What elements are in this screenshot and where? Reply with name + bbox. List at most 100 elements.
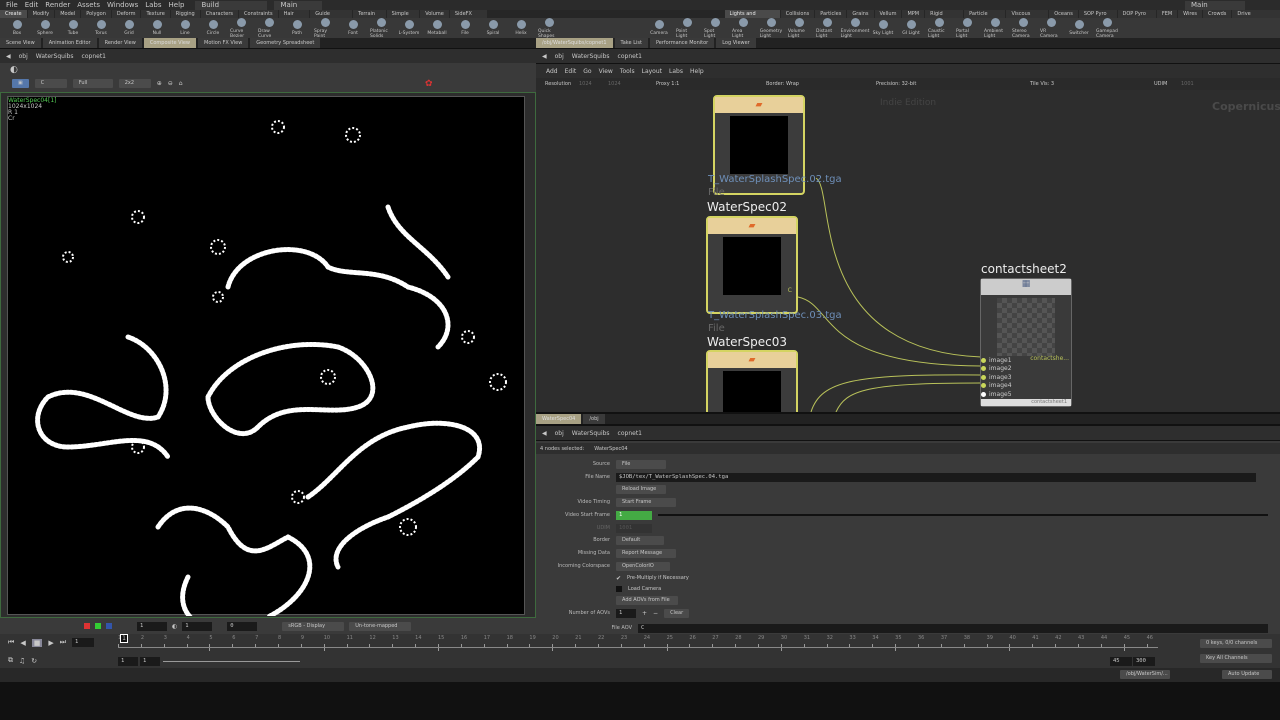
menu-windows[interactable]: Windows bbox=[107, 1, 138, 9]
filename-input[interactable]: $JOB/tex/T_WaterSplashSpec.04.tga bbox=[616, 472, 1256, 482]
menu-edit[interactable]: Edit bbox=[565, 68, 577, 75]
tool-gi-light[interactable]: GI Light bbox=[900, 20, 922, 36]
shelf-tab-dop-pyro-fx[interactable]: DOP Pyro FX bbox=[1117, 10, 1156, 25]
tool-stereo-camera[interactable]: Stereo Camera bbox=[1012, 17, 1034, 39]
grid-select[interactable]: 2x2 bbox=[118, 79, 151, 88]
input-port-image5[interactable]: image5 bbox=[981, 390, 1012, 399]
path-watersquibs[interactable]: WaterSquibs bbox=[572, 53, 610, 60]
shelf-tab-model[interactable]: Model bbox=[55, 10, 81, 18]
tool-distant-light[interactable]: Distant Light bbox=[816, 17, 838, 39]
shelf-tab-modify[interactable]: Modify bbox=[27, 10, 55, 18]
menu-render[interactable]: Render bbox=[45, 1, 70, 9]
tab-animation-editor[interactable]: Animation Editor bbox=[42, 38, 97, 48]
tool-grid[interactable]: Grid bbox=[118, 20, 140, 36]
tab-scene-view[interactable]: Scene View bbox=[0, 38, 41, 48]
tonemap-select[interactable]: Un-tone-mapped bbox=[349, 621, 412, 631]
shelf-tab-sidefx-labs[interactable]: SideFX Labs bbox=[449, 10, 488, 25]
shelf-tab-polygon[interactable]: Polygon bbox=[81, 10, 111, 18]
load-camera-checkbox[interactable] bbox=[616, 586, 622, 592]
auto-update-button[interactable]: Auto Update bbox=[1222, 670, 1272, 679]
tab-composite-view[interactable]: Composite View bbox=[143, 38, 196, 48]
tool-spray-paint[interactable]: Spray Paint bbox=[314, 17, 336, 39]
udim-input[interactable]: 1001 bbox=[616, 523, 652, 533]
output-port-label[interactable]: C bbox=[788, 287, 792, 294]
menu-add[interactable]: Add bbox=[546, 68, 558, 75]
layout-dropdown[interactable]: Main bbox=[274, 0, 323, 10]
file-aov-input[interactable]: C bbox=[638, 623, 1268, 633]
tool-geometry-light[interactable]: Geometry Light bbox=[760, 17, 782, 39]
status-path[interactable]: /obj/WaterSim/... bbox=[1120, 670, 1170, 679]
node-waterspec03[interactable]: ▰ bbox=[706, 350, 798, 412]
input-port-image1[interactable]: image1 bbox=[981, 356, 1012, 365]
shelf-tab-create[interactable]: Create bbox=[0, 10, 27, 18]
back-icon[interactable]: ◀ bbox=[542, 430, 547, 437]
tool-draw-curve[interactable]: Draw Curve bbox=[258, 17, 280, 39]
output-port[interactable]: contactshe... bbox=[1030, 355, 1069, 362]
back-icon[interactable]: ◀ bbox=[542, 53, 547, 60]
tool-torus[interactable]: Torus bbox=[90, 20, 112, 36]
menu-view[interactable]: View bbox=[599, 68, 613, 75]
video-start-slider[interactable] bbox=[658, 514, 1268, 516]
loop-icon[interactable]: ↻ bbox=[31, 657, 37, 665]
exposure-field[interactable]: 1 bbox=[137, 621, 167, 631]
num-aovs-input[interactable]: 1 bbox=[616, 608, 636, 618]
range-start-input[interactable]: 1 bbox=[118, 657, 138, 666]
clear-button[interactable]: Clear bbox=[664, 608, 690, 618]
menu-labs[interactable]: Labs bbox=[669, 68, 683, 75]
tab--obj-watersquibs-copnet1[interactable]: /obj/WaterSquibs/copnet1 bbox=[536, 38, 613, 48]
gamma-field[interactable]: 1 bbox=[182, 621, 213, 631]
path-watersquibs[interactable]: WaterSquibs bbox=[572, 430, 610, 437]
reload-image-button[interactable]: Reload Image bbox=[616, 484, 666, 494]
tool-metaball[interactable]: Metaball bbox=[426, 20, 448, 36]
plane-select[interactable]: C bbox=[34, 79, 67, 88]
menu-edit[interactable]: Edit bbox=[25, 1, 39, 9]
tool-portal-light[interactable]: Portal Light bbox=[956, 17, 978, 39]
tool-area-light[interactable]: Area Light bbox=[732, 17, 754, 39]
video-timing-select[interactable]: Start Frame bbox=[616, 497, 676, 507]
tool-null[interactable]: Null bbox=[146, 20, 168, 36]
shelf-tab-texture[interactable]: Texture bbox=[141, 10, 170, 18]
shelf-tab-vellum[interactable]: Vellum bbox=[874, 10, 902, 18]
tool-environment-light[interactable]: Environment Light bbox=[841, 17, 869, 39]
tab-obj[interactable]: /obj bbox=[583, 414, 605, 424]
shelf-tab-wires[interactable]: Wires bbox=[1178, 10, 1203, 18]
path-obj[interactable]: obj bbox=[555, 430, 564, 437]
view-mode-button[interactable]: ▣ bbox=[12, 79, 29, 88]
tab-waterspec04[interactable]: WaterSpec04 bbox=[536, 414, 582, 424]
missing-data-select[interactable]: Report Message bbox=[616, 548, 676, 558]
menu-file[interactable]: File bbox=[6, 1, 18, 9]
input-port-image4[interactable]: image4 bbox=[981, 382, 1012, 391]
tool-curve-bezier[interactable]: Curve Bezier bbox=[230, 17, 252, 39]
step-back-button[interactable]: ◀ bbox=[20, 639, 25, 647]
back-icon[interactable]: ◀ bbox=[6, 53, 11, 60]
range-start2-input[interactable]: 1 bbox=[140, 657, 160, 666]
playhead[interactable]: 1 bbox=[120, 634, 128, 643]
tool-file[interactable]: File bbox=[454, 20, 476, 36]
snapshot-icon[interactable]: ✿ bbox=[425, 79, 433, 89]
udim-label[interactable]: UDIM bbox=[1154, 81, 1167, 87]
source-select[interactable]: File bbox=[616, 459, 666, 469]
udim-value[interactable]: 1001 bbox=[1181, 81, 1194, 87]
path-copnet[interactable]: copnet1 bbox=[618, 430, 642, 437]
node-name[interactable]: WaterSpec02 bbox=[707, 200, 787, 214]
path-obj[interactable]: obj bbox=[555, 53, 564, 60]
tool-path[interactable]: Path bbox=[286, 20, 308, 36]
tool-sky-light[interactable]: Sky Light bbox=[872, 20, 894, 36]
realtime-icon[interactable]: ⧉ bbox=[8, 656, 13, 665]
tab-take-list[interactable]: Take List bbox=[614, 38, 648, 48]
display-options-icon[interactable]: ◐ bbox=[10, 65, 18, 75]
tool-volume-light[interactable]: Volume Light bbox=[788, 17, 810, 39]
zoom-out-icon[interactable]: ⊖ bbox=[168, 80, 173, 87]
tool-camera[interactable]: Camera bbox=[648, 20, 670, 36]
tool-caustic-light[interactable]: Caustic Light bbox=[928, 17, 950, 39]
proxy-label[interactable]: Proxy 1:1 bbox=[656, 81, 679, 87]
tool-helix[interactable]: Helix bbox=[510, 20, 532, 36]
res-x[interactable]: 1024 bbox=[579, 81, 592, 87]
border-select[interactable]: Default bbox=[616, 535, 664, 545]
zoom-in-icon[interactable]: ⊕ bbox=[157, 80, 162, 87]
offset-field[interactable]: 0 bbox=[227, 621, 258, 631]
home-icon[interactable]: ⌂ bbox=[179, 80, 183, 87]
input-port-image3[interactable]: image3 bbox=[981, 373, 1012, 382]
key-all-channels-button[interactable]: Key All Channels bbox=[1200, 654, 1272, 663]
last-frame-button[interactable]: ⏭ bbox=[60, 638, 66, 647]
